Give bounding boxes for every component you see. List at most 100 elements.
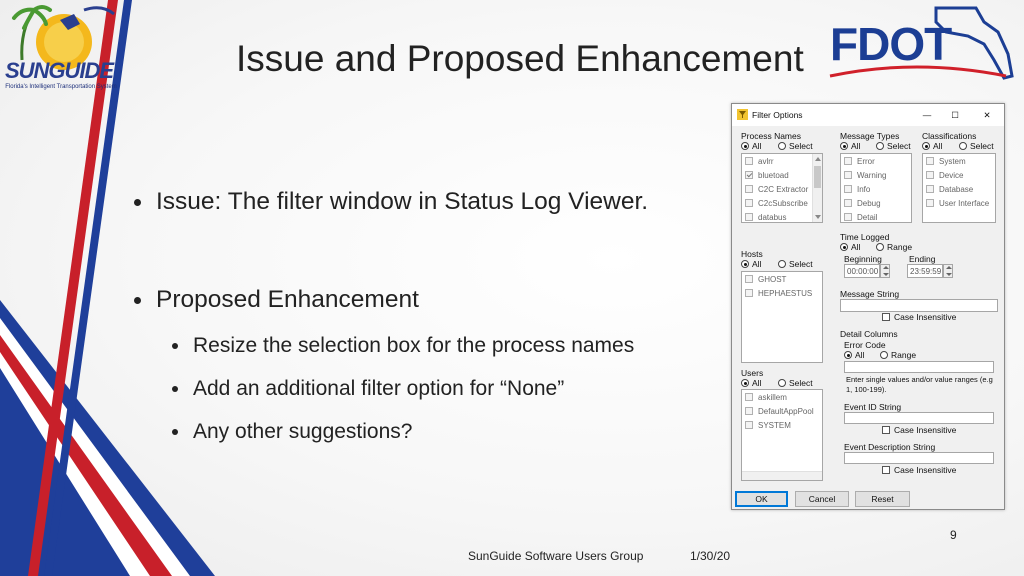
hosts-all-label: All: [752, 259, 762, 269]
beginning-time-input[interactable]: 00:00:00: [844, 264, 880, 278]
list-item[interactable]: System: [926, 155, 966, 167]
sub-bullet-item: Any other suggestions?: [172, 420, 712, 444]
users-list[interactable]: askillem DefaultAppPool SYSTEM: [741, 389, 823, 481]
event-id-case-insensitive-checkbox[interactable]: [882, 426, 890, 434]
list-item[interactable]: databus: [745, 211, 786, 223]
list-item[interactable]: avlrr: [745, 155, 774, 167]
checkbox[interactable]: [745, 199, 753, 207]
sub-bullet-item: Add an additional filter option for “Non…: [172, 377, 712, 401]
message-types-all-radio[interactable]: [840, 142, 848, 150]
checkbox[interactable]: [926, 171, 934, 179]
slide: SUNGUIDE Florida's Intelligent Transport…: [0, 0, 1024, 576]
list-item[interactable]: Detail: [844, 211, 877, 223]
ending-label: Ending: [909, 254, 936, 264]
checkbox[interactable]: [926, 199, 934, 207]
bullet-dot-icon: [172, 343, 178, 349]
message-case-insensitive-checkbox[interactable]: [882, 313, 890, 321]
hosts-all-radio[interactable]: [741, 260, 749, 268]
sub-bullet-item: Resize the selection box for the process…: [172, 334, 712, 358]
users-select-radio[interactable]: [778, 379, 786, 387]
list-item[interactable]: HEPHAESTUS: [745, 287, 812, 299]
list-item[interactable]: C2C Extractor: [745, 183, 808, 195]
classifications-all-radio[interactable]: [922, 142, 930, 150]
error-code-input[interactable]: [844, 361, 994, 373]
list-item[interactable]: Info: [844, 183, 870, 195]
scroll-down-icon[interactable]: [815, 215, 821, 219]
list-item[interactable]: askillem: [745, 391, 787, 403]
message-string-label: Message String: [840, 289, 900, 299]
checkbox[interactable]: [844, 185, 852, 193]
cancel-button[interactable]: Cancel: [795, 491, 849, 507]
event-description-label: Event Description String: [844, 442, 936, 452]
event-id-input[interactable]: [844, 412, 994, 424]
checkbox[interactable]: [745, 171, 753, 179]
bullet-dot-icon: [134, 198, 141, 206]
hosts-label: Hosts: [741, 249, 763, 259]
checkbox[interactable]: [844, 199, 852, 207]
event-description-case-insensitive-checkbox[interactable]: [882, 466, 890, 474]
list-item[interactable]: Database: [926, 183, 973, 195]
list-item[interactable]: Debug: [844, 197, 881, 209]
scroll-thumb[interactable]: [814, 166, 821, 188]
reset-button[interactable]: Reset: [855, 491, 910, 507]
classifications-select-radio[interactable]: [959, 142, 967, 150]
vertical-scrollbar[interactable]: [812, 154, 822, 222]
time-logged-all-radio[interactable]: [840, 243, 848, 251]
list-item[interactable]: DefaultAppPool: [745, 405, 814, 417]
sub-bullet-text: Resize the selection box for the process…: [193, 334, 635, 357]
bullet-dot-icon: [134, 296, 141, 304]
checkbox[interactable]: [844, 213, 852, 221]
checkbox[interactable]: [745, 275, 753, 283]
checkbox[interactable]: [926, 185, 934, 193]
checkbox[interactable]: [745, 213, 753, 221]
checkbox[interactable]: [745, 421, 753, 429]
ending-time-spinner[interactable]: [943, 264, 953, 278]
maximize-button[interactable]: ☐: [944, 107, 966, 123]
sunguide-logo-text: SUNGUIDE: [4, 58, 114, 83]
checkbox[interactable]: [745, 185, 753, 193]
checkbox[interactable]: [745, 157, 753, 165]
classifications-list[interactable]: System Device Database User Interface: [922, 153, 996, 223]
list-item[interactable]: Device: [926, 169, 963, 181]
event-description-input[interactable]: [844, 452, 994, 464]
scroll-up-icon[interactable]: [815, 157, 821, 161]
fdot-logo: FDOT: [829, 6, 1014, 80]
hosts-select-radio[interactable]: [778, 260, 786, 268]
beginning-label: Beginning: [844, 254, 882, 264]
error-code-all-radio[interactable]: [844, 351, 852, 359]
sunguide-logo-tagline: Florida's Intelligent Transportation Sys…: [5, 84, 117, 90]
list-item[interactable]: User Interface: [926, 197, 989, 209]
ok-button[interactable]: OK: [735, 491, 788, 507]
process-names-list[interactable]: avlrr bluetoad C2C Extractor C2cSubscrib…: [741, 153, 823, 223]
message-types-all-label: All: [851, 141, 861, 151]
list-item[interactable]: Warning: [844, 169, 887, 181]
list-item[interactable]: bluetoad: [745, 169, 789, 181]
message-string-input[interactable]: [840, 299, 998, 312]
hosts-list[interactable]: GHOST HEPHAESTUS: [741, 271, 823, 363]
list-item[interactable]: SYSTEM: [745, 419, 791, 431]
time-logged-range-radio[interactable]: [876, 243, 884, 251]
checkbox[interactable]: [745, 289, 753, 297]
message-types-list[interactable]: Error Warning Info Debug Detail: [840, 153, 912, 223]
ending-time-input[interactable]: 23:59:59: [907, 264, 943, 278]
close-button[interactable]: ✕: [976, 107, 998, 123]
users-all-radio[interactable]: [741, 379, 749, 387]
error-code-range-radio[interactable]: [880, 351, 888, 359]
checkbox[interactable]: [844, 171, 852, 179]
checkbox[interactable]: [745, 393, 753, 401]
checkbox[interactable]: [745, 407, 753, 415]
process-names-all-radio[interactable]: [741, 142, 749, 150]
footer-date: 1/30/20: [690, 549, 731, 563]
list-item[interactable]: Error: [844, 155, 875, 167]
checkbox[interactable]: [926, 157, 934, 165]
minimize-button[interactable]: —: [916, 107, 938, 123]
horizontal-scrollbar[interactable]: [742, 471, 822, 480]
dialog-titlebar[interactable]: Filter Options — ☐ ✕: [732, 104, 1004, 126]
message-types-select-radio[interactable]: [876, 142, 884, 150]
checkbox[interactable]: [844, 157, 852, 165]
list-item[interactable]: C2cSubscribe: [745, 197, 808, 209]
process-names-select-radio[interactable]: [778, 142, 786, 150]
list-item[interactable]: GHOST: [745, 273, 786, 285]
bullet-dot-icon: [172, 429, 178, 435]
beginning-time-spinner[interactable]: [880, 264, 890, 278]
